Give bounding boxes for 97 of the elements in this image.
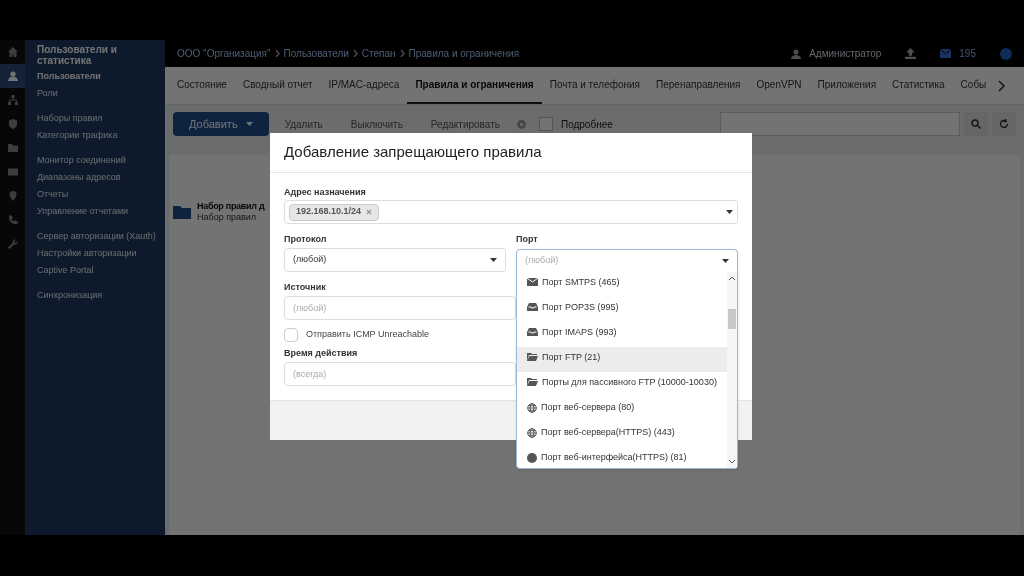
field-label: Порт <box>516 233 539 246</box>
scroll-thumb[interactable] <box>728 309 736 329</box>
field-label: Адрес назначения <box>284 186 367 199</box>
tab[interactable]: Приложения <box>809 67 885 104</box>
sidebar-item[interactable]: Роли <box>37 87 153 104</box>
port-option[interactable]: Порт FTP (21) <box>517 347 727 372</box>
sidebar-item[interactable]: Категории трафика <box>37 129 153 146</box>
add-button[interactable]: Добавить <box>173 112 269 136</box>
breadcrumb-link[interactable]: Правила и ограничения <box>408 46 520 61</box>
sidebar-item[interactable]: Captive Portal <box>37 264 153 281</box>
wrench-icon <box>7 239 18 249</box>
message-count[interactable]: 195 <box>959 46 976 61</box>
port-option[interactable]: Порт веб-интерфейса(HTTPS) (81) <box>517 447 727 468</box>
disable-button[interactable]: Выключить <box>338 112 415 136</box>
tab[interactable]: Сводный отчет <box>234 67 321 104</box>
breadcrumb-separator <box>399 50 405 57</box>
breadcrumb-separator <box>274 50 280 57</box>
sidebar-item[interactable]: Монитор соединений <box>37 154 153 171</box>
sidebar-item[interactable]: Управление отчетами <box>37 205 153 222</box>
inbox-icon <box>527 328 538 336</box>
port-option[interactable]: Порт веб-сервера (80) <box>517 397 727 422</box>
chevron-right-icon[interactable] <box>998 79 1007 92</box>
rail-button[interactable] <box>0 64 25 88</box>
folder-icon <box>527 378 538 386</box>
port-option[interactable]: Порт POP3S (995) <box>517 297 727 322</box>
user-icon <box>791 48 802 59</box>
sidebar-item[interactable]: Синхронизация <box>37 289 153 306</box>
port-select[interactable]: (любой) <box>517 250 737 272</box>
shield-icon <box>7 119 18 129</box>
field-label: Источник <box>284 281 327 294</box>
time-field[interactable]: (всегда) <box>284 362 516 386</box>
checkbox[interactable] <box>538 117 553 131</box>
tab[interactable]: Статистика <box>884 67 953 104</box>
field-label: Протокол <box>284 233 328 246</box>
folder-icon <box>173 205 191 220</box>
tab[interactable]: IP/MAC-адреса <box>320 67 408 104</box>
destination-field[interactable]: 192.168.10.1/24 <box>284 200 738 224</box>
refresh-button[interactable] <box>992 112 1016 136</box>
upload-icon[interactable] <box>905 48 917 59</box>
caret-icon <box>245 122 253 126</box>
envelope-icon <box>527 278 538 286</box>
scroll-down-icon[interactable] <box>729 460 735 464</box>
scrollbar[interactable] <box>727 272 737 468</box>
checkbox-label: Отправить ICMP Unreachable <box>306 328 429 342</box>
field-label: Время действия <box>284 347 359 360</box>
sidebar-item[interactable]: Наборы правил <box>37 112 153 129</box>
ruleset-title: Набор правил д <box>197 201 265 213</box>
sidebar-item[interactable]: Настройки авторизации <box>37 247 153 264</box>
sidebar-item[interactable]: Пользователи <box>37 70 153 87</box>
sidebar-item[interactable]: Диапазоны адресов <box>37 171 153 188</box>
folder-icon <box>7 143 18 153</box>
refresh-icon <box>999 119 1009 129</box>
user-icon <box>7 71 18 81</box>
scroll-up-icon[interactable] <box>729 276 735 280</box>
search-button[interactable] <box>964 112 988 136</box>
dialog-title: Добавление запрещающего правила <box>284 142 542 163</box>
delete-button[interactable]: Удалить <box>272 112 335 136</box>
port-option[interactable]: Порты для пассивного FTP (10000-10030) <box>517 372 727 397</box>
tab[interactable]: Состояние <box>169 67 235 104</box>
caret-icon <box>726 210 733 214</box>
tab[interactable]: Почта и телефония <box>541 67 648 104</box>
gear-icon[interactable] <box>515 118 527 130</box>
caret-icon <box>490 258 497 262</box>
tab[interactable]: Правила и ограничения <box>407 67 542 104</box>
pin-icon <box>7 191 18 201</box>
phone-icon <box>7 215 18 225</box>
breadcrumb-link[interactable]: Степан <box>361 46 396 61</box>
tab[interactable]: Перенаправления <box>648 67 749 104</box>
port-option[interactable]: Порт веб-сервера(HTTPS) (443) <box>517 422 727 447</box>
tab[interactable]: OpenVPN <box>748 67 810 104</box>
sidebar-title: Пользователи и статистика <box>37 44 118 66</box>
details-label: Подробнее <box>560 117 613 132</box>
home-icon <box>7 47 18 57</box>
caret-icon <box>722 259 729 263</box>
globe-icon <box>527 428 537 438</box>
address-tag[interactable]: 192.168.10.1/24 <box>289 203 380 221</box>
breadcrumb-separator <box>352 50 358 57</box>
network-icon <box>7 95 18 105</box>
source-field[interactable]: (любой) <box>284 296 516 320</box>
breadcrumb-link[interactable]: Пользователи <box>283 46 349 61</box>
globe-icon <box>527 403 537 413</box>
user-name[interactable]: Администратор <box>809 46 882 61</box>
ruleset-subtitle: Набор правил <box>197 212 258 224</box>
checkbox[interactable] <box>284 328 298 342</box>
port-option[interactable]: Порт SMTPS (465) <box>517 272 727 297</box>
search-icon <box>971 119 981 129</box>
inbox-icon <box>527 303 538 311</box>
circle-icon <box>527 453 537 463</box>
edit-button[interactable]: Редактировать <box>418 112 512 136</box>
protocol-select[interactable]: (любой) <box>284 248 506 272</box>
sidebar-item[interactable]: Отчеты <box>37 188 153 205</box>
port-option[interactable]: Порт IMAPS (993) <box>517 322 727 347</box>
remove-icon[interactable] <box>366 209 373 215</box>
tab[interactable]: Собы <box>952 67 995 104</box>
folder-icon <box>527 353 538 361</box>
breadcrumb-link[interactable]: ООО "Организация" <box>177 46 271 61</box>
search-field[interactable] <box>720 112 960 136</box>
